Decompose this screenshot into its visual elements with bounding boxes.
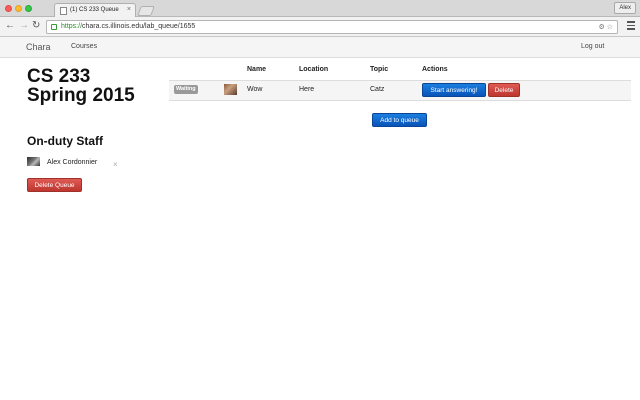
browser-tab[interactable]: (1) CS 233 Queue × bbox=[54, 3, 136, 18]
site-navbar: Chara Courses Log out bbox=[0, 37, 640, 58]
remove-staff-icon[interactable]: × bbox=[113, 161, 118, 169]
column-header-location: Location bbox=[299, 66, 329, 73]
reload-icon[interactable]: ↻ bbox=[32, 20, 40, 32]
browser-menu-icon[interactable] bbox=[627, 21, 635, 31]
student-avatar bbox=[224, 84, 237, 95]
new-tab-button[interactable] bbox=[137, 6, 155, 16]
url-scheme: https:// bbox=[61, 23, 83, 30]
window-maximize-icon[interactable] bbox=[25, 5, 32, 12]
delete-queue-button[interactable]: Delete Queue bbox=[27, 178, 82, 192]
extension-icon[interactable]: ⚙ bbox=[598, 24, 604, 31]
window-close-icon[interactable] bbox=[5, 5, 12, 12]
course-title: CS 233 Spring 2015 bbox=[27, 66, 135, 106]
delete-question-button[interactable]: Delete bbox=[488, 83, 520, 97]
forward-arrow-icon[interactable]: → bbox=[19, 20, 29, 32]
add-to-queue-button[interactable]: Add to queue bbox=[372, 113, 427, 127]
window-minimize-icon[interactable] bbox=[15, 5, 22, 12]
status-badge: Waiting bbox=[174, 85, 198, 94]
column-header-name: Name bbox=[247, 66, 267, 73]
back-arrow-icon[interactable]: ← bbox=[5, 20, 15, 32]
cell-topic: Catz bbox=[370, 86, 385, 93]
tab-close-icon[interactable]: × bbox=[127, 6, 131, 13]
column-header-topic: Topic bbox=[370, 66, 389, 73]
lock-icon bbox=[51, 24, 57, 30]
start-answering-button[interactable]: Start answering! bbox=[422, 83, 486, 97]
brand-logo[interactable]: Chara bbox=[26, 42, 51, 52]
tab-title: (1) CS 233 Queue bbox=[70, 7, 119, 13]
logout-link[interactable]: Log out bbox=[581, 43, 604, 50]
browser-toolbar: ← → ↻ https://chara.cs.illinois.edu/lab_… bbox=[0, 17, 640, 37]
cell-name: Wow bbox=[247, 86, 263, 93]
staff-name: Alex Cordonnier bbox=[47, 159, 98, 166]
omnibox-icons: ⚙ ☆ bbox=[598, 23, 613, 31]
bookmark-star-icon[interactable]: ☆ bbox=[607, 24, 613, 31]
column-header-actions: Actions bbox=[422, 66, 448, 73]
url-path: chara.cs.illinois.edu/lab_queue/1655 bbox=[82, 23, 196, 30]
nav-courses-link[interactable]: Courses bbox=[71, 43, 97, 50]
staff-heading: On-duty Staff bbox=[27, 134, 103, 148]
browser-user-button[interactable]: Alex bbox=[614, 2, 636, 14]
browser-tabstrip: (1) CS 233 Queue × Alex bbox=[0, 0, 640, 18]
address-bar[interactable]: https://chara.cs.illinois.edu/lab_queue/… bbox=[46, 20, 618, 34]
table-row bbox=[169, 80, 631, 101]
staff-avatar bbox=[27, 157, 40, 166]
url-text: https://chara.cs.illinois.edu/lab_queue/… bbox=[61, 23, 195, 30]
page-favicon-icon bbox=[60, 7, 67, 15]
cell-location: Here bbox=[299, 86, 315, 93]
